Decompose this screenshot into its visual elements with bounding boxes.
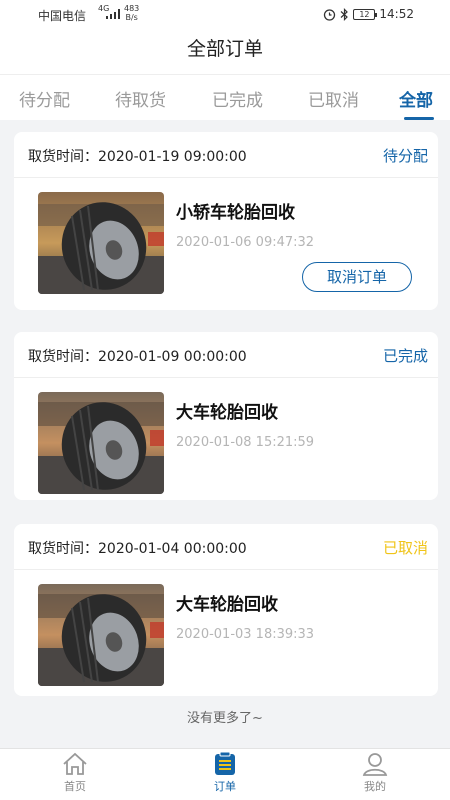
order-tabs: 待分配 待取货 已完成 已取消 全部 (0, 74, 450, 120)
profile-icon (362, 753, 388, 776)
product-name: 小轿车轮胎回收 (176, 203, 295, 223)
order-created-time: 2020-01-08 15:21:59 (176, 435, 315, 450)
active-tab-indicator (404, 117, 434, 120)
page-title: 全部订单 (0, 28, 450, 74)
product-image (38, 392, 164, 494)
tab-cancelled[interactable]: 已取消 (308, 86, 359, 111)
clock: 14:52 (379, 7, 414, 21)
status-bar: 中国电信 4G 483 B/s 12 14:52 (0, 0, 450, 28)
nav-home[interactable]: 首页 (35, 751, 115, 794)
bottom-navigation: 首页 订单 我的 (0, 748, 450, 800)
order-card[interactable]: 取货时间：2020-01-19 09:00:00 待分配 小轿车轮胎回收 202… (14, 132, 438, 310)
order-card[interactable]: 取货时间：2020-01-04 00:00:00 已取消 大车轮胎回收 2020… (14, 524, 438, 696)
speed-unit: B/s (125, 13, 138, 22)
product-name: 大车轮胎回收 (176, 403, 278, 423)
pickup-time: 取货时间：2020-01-09 00:00:00 (28, 349, 247, 365)
bluetooth-icon (341, 7, 349, 21)
alarm-icon (324, 8, 336, 21)
signal-icon (106, 9, 120, 19)
order-created-time: 2020-01-06 09:47:32 (176, 235, 315, 250)
nav-profile[interactable]: 我的 (335, 751, 415, 794)
battery-icon: 12 (353, 8, 378, 20)
network-speed: 483 B/s (124, 4, 139, 22)
no-more-text: 没有更多了~ (187, 711, 263, 726)
nav-home-label: 首页 (64, 780, 86, 793)
carrier-label: 中国电信 (38, 9, 87, 23)
nav-profile-label: 我的 (364, 780, 386, 793)
tab-all[interactable]: 全部 (399, 86, 433, 111)
tab-pending-pickup[interactable]: 待取货 (115, 86, 166, 111)
product-image (38, 584, 164, 686)
order-card-header: 取货时间：2020-01-09 00:00:00 已完成 (14, 332, 438, 378)
product-name: 大车轮胎回收 (176, 595, 278, 615)
speed-value: 483 (124, 4, 140, 13)
cancel-order-button[interactable]: 取消订单 (302, 262, 412, 292)
order-card[interactable]: 取货时间：2020-01-09 00:00:00 已完成 大车轮胎回收 2020… (14, 332, 438, 500)
order-status: 已取消 (382, 539, 428, 557)
nav-orders-label: 订单 (214, 780, 236, 793)
pickup-time: 取货时间：2020-01-19 09:00:00 (28, 149, 247, 165)
order-status: 已完成 (382, 347, 428, 365)
tab-pending-assign[interactable]: 待分配 (19, 86, 70, 111)
home-icon (63, 752, 87, 775)
pickup-time: 取货时间：2020-01-04 00:00:00 (28, 541, 247, 557)
product-image (38, 192, 164, 294)
order-icon (215, 751, 235, 775)
tab-completed[interactable]: 已完成 (212, 86, 263, 111)
order-status: 待分配 (382, 147, 428, 165)
nav-orders[interactable]: 订单 (185, 751, 265, 794)
order-created-time: 2020-01-03 18:39:33 (176, 627, 315, 642)
order-card-header: 取货时间：2020-01-04 00:00:00 已取消 (14, 524, 438, 570)
order-card-header: 取货时间：2020-01-19 09:00:00 待分配 (14, 132, 438, 178)
